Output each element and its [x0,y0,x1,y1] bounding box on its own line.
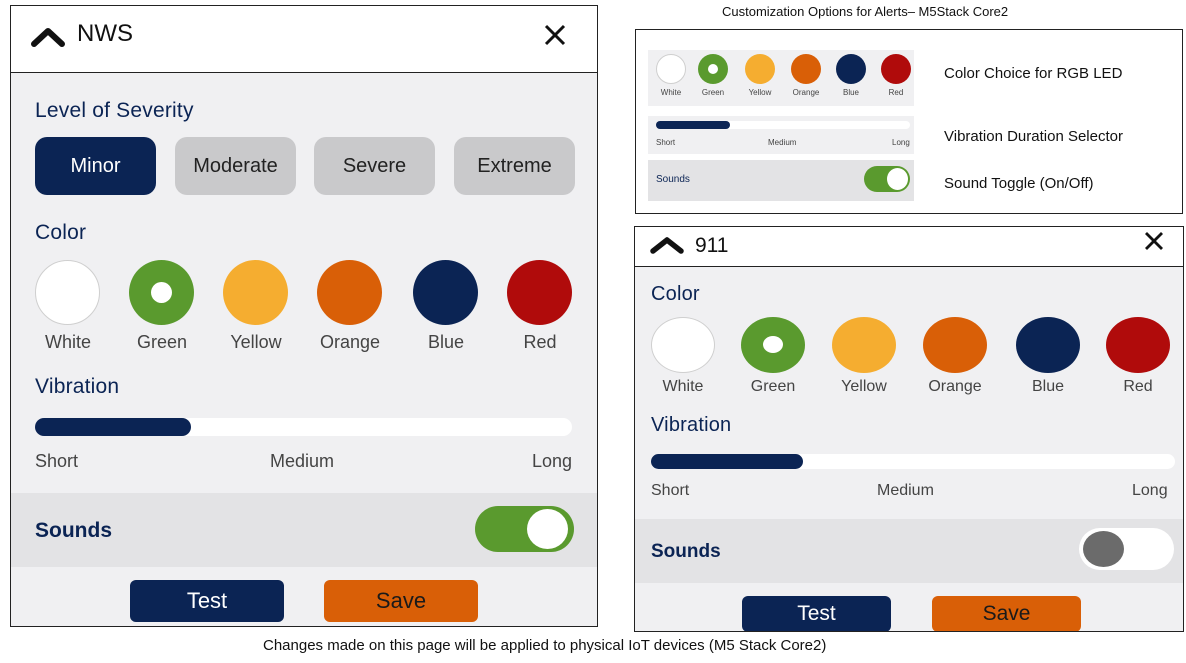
nws-panel: NWS Level of Severity Minor Moderate Sev… [10,5,598,627]
legend-tick-short: Short [656,138,676,147]
legend-desc-color: Color Choice for RGB LED [944,65,1123,82]
sounds-label: Sounds [35,519,112,542]
nws-panel-body: Level of Severity Minor Moderate Severe … [11,73,597,626]
nws-panel-header: NWS [11,6,597,73]
color-label-orange: Orange [319,332,381,352]
legend-desc-vibration: Vibration Duration Selector [944,128,1123,145]
severity-label: Level of Severity [35,99,194,122]
save-button[interactable]: Save [324,580,478,622]
legend-sounds-toggle [864,166,910,192]
color-swatch-yellow[interactable] [223,260,288,325]
color-label-white: White [662,378,704,395]
color-label-green: Green [750,378,796,395]
vibration-label: Vibration [35,375,120,398]
color-swatch-green[interactable] [741,317,805,373]
vibration-tick-long: Long [532,451,573,471]
color-label-red: Red [1123,378,1153,395]
legend-swatch-white [656,54,686,84]
toggle-knob [1083,531,1124,567]
sounds-toggle[interactable] [475,506,574,552]
toggle-knob [527,509,568,549]
legend-selected-dot-icon [708,64,718,74]
color-label-white: White [44,332,91,352]
severity-minor-button[interactable]: Minor [35,137,156,195]
vibration-tick-medium: Medium [270,451,335,471]
legend-vibration-strip: Short Medium Long [648,116,914,154]
color-label-blue: Blue [1031,378,1065,395]
legend-vibration-fill [656,121,730,129]
legend-swatch-orange [791,54,821,84]
legend-swatch-yellow [745,54,775,84]
footer-caption: Changes made on this page will be applie… [263,637,827,654]
legend-swatch-green [698,54,728,84]
color-label-yellow: Yellow [230,332,282,352]
vibration-tick-short: Short [35,451,79,471]
legend-vibration-track [656,121,910,129]
legend-label-yellow: Yellow [748,88,772,97]
legend-label-orange: Orange [792,88,820,97]
close-icon[interactable] [543,23,567,47]
figure-title: Customization Options for Alerts– M5Stac… [722,4,1009,19]
severity-moderate-button[interactable]: Moderate [175,137,296,195]
color-swatch-orange[interactable] [317,260,382,325]
p911-panel: 911 Color White Green Yellow Orange Blue… [634,226,1184,632]
color-swatch-white[interactable] [35,260,100,325]
p911-panel-header: 911 [635,227,1183,267]
vibration-slider-fill [35,418,191,436]
chevron-up-icon[interactable] [650,236,684,254]
legend-swatch-red [881,54,911,84]
legend-color-strip: White Green Yellow Orange Blue Red [648,50,914,106]
legend-label-blue: Blue [842,88,859,97]
legend-label-white: White [660,88,682,97]
legend-tick-medium: Medium [768,138,797,147]
vibration-slider-fill [651,454,803,469]
color-label: Color [651,283,700,305]
vibration-slider[interactable] [651,454,1175,469]
test-button[interactable]: Test [742,596,891,631]
color-swatch-red[interactable] [1106,317,1170,373]
legend-sounds-label: Sounds [656,174,690,185]
color-swatch-green[interactable] [129,260,194,325]
sounds-row: Sounds [635,519,1183,583]
color-swatch-blue[interactable] [413,260,478,325]
legend-box: White Green Yellow Orange Blue Red Color… [635,29,1183,214]
legend-label-green: Green [701,88,725,97]
legend-desc-sound: Sound Toggle (On/Off) [944,175,1094,192]
legend-label-red: Red [888,88,904,97]
color-label-yellow: Yellow [841,378,887,395]
severity-extreme-button[interactable]: Extreme [454,137,575,195]
color-swatch-yellow[interactable] [832,317,896,373]
save-button[interactable]: Save [932,596,1081,631]
color-label: Color [35,221,87,244]
vibration-tick-short: Short [651,482,690,499]
legend-toggle-knob [887,168,908,190]
selected-dot-icon [763,336,783,353]
p911-panel-body: Color White Green Yellow Orange Blue Red… [635,267,1183,631]
color-swatch-blue[interactable] [1016,317,1080,373]
test-button[interactable]: Test [130,580,284,622]
panel-title: 911 [695,234,729,257]
color-swatch-red[interactable] [507,260,572,325]
sounds-row: Sounds [11,493,597,567]
vibration-label: Vibration [651,414,732,436]
sounds-label: Sounds [651,541,721,562]
severity-severe-button[interactable]: Severe [314,137,435,195]
color-swatch-orange[interactable] [923,317,987,373]
color-label-red: Red [523,332,557,352]
sounds-toggle[interactable] [1079,528,1174,570]
selected-dot-icon [151,282,172,303]
vibration-tick-medium: Medium [877,482,934,499]
color-label-green: Green [136,332,188,352]
color-swatch-white[interactable] [651,317,715,373]
legend-tick-long: Long [892,138,910,147]
legend-sounds-strip: Sounds [648,160,914,201]
color-label-orange: Orange [928,378,982,395]
panel-title: NWS [77,20,133,47]
close-icon[interactable] [1144,231,1164,251]
vibration-tick-long: Long [1132,482,1168,499]
vibration-slider[interactable] [35,418,572,436]
color-label-blue: Blue [427,332,465,352]
legend-swatch-blue [836,54,866,84]
chevron-up-icon[interactable] [31,26,65,48]
